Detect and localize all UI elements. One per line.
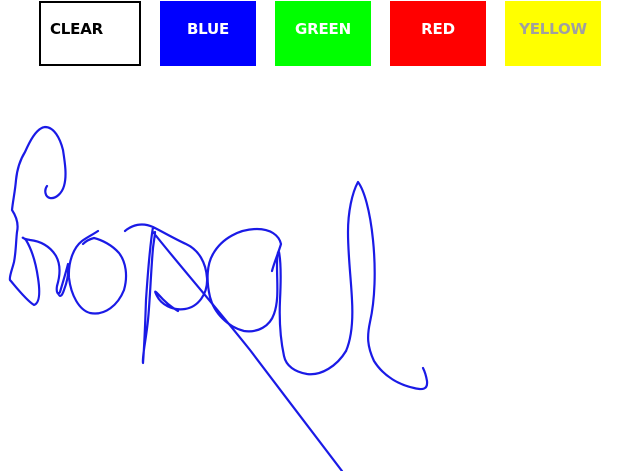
yellow-color-button[interactable]: YELLOW (505, 1, 601, 66)
stroke-letter-a (206, 227, 348, 376)
clear-button[interactable]: CLEAR (39, 1, 141, 66)
stroke-letter-p (123, 223, 344, 471)
stroke-letter-o (67, 229, 128, 315)
blue-color-button[interactable]: BLUE (160, 1, 256, 66)
stroke-letter-g (8, 125, 70, 307)
drawing-canvas[interactable] (0, 0, 636, 471)
green-color-button[interactable]: GREEN (275, 1, 371, 66)
stroke-letter-l (344, 180, 429, 391)
red-color-button[interactable]: RED (390, 1, 486, 66)
